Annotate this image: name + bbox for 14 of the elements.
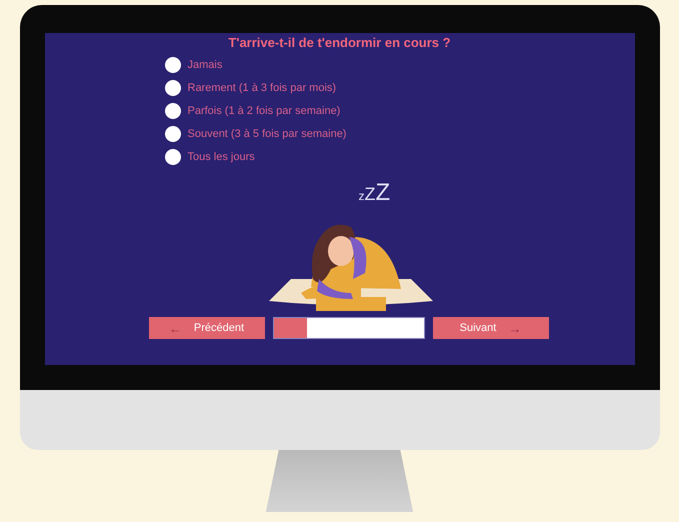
option-label[interactable]: Tous les jours	[188, 150, 255, 162]
radio-button[interactable]	[164, 102, 180, 118]
question-title: T'arrive-t-il de t'endormir en cours ?	[228, 35, 451, 50]
option-label[interactable]: Souvent (3 à 5 fois par semaine)	[188, 128, 346, 140]
radio-button[interactable]	[164, 126, 180, 142]
radio-button[interactable]	[164, 148, 180, 164]
previous-button[interactable]: ← Précédent	[148, 317, 264, 339]
option-label[interactable]: Jamais	[188, 58, 222, 70]
sleep-mark: zZZ	[358, 179, 390, 207]
option-label[interactable]: Parfois (1 à 2 fois par semaine)	[188, 104, 340, 116]
radio-button[interactable]	[164, 80, 180, 96]
radio-button[interactable]	[164, 56, 180, 72]
next-button[interactable]: Suivant →	[432, 317, 548, 339]
option-label[interactable]: Rarement (1 à 3 fois par mois)	[188, 82, 336, 94]
